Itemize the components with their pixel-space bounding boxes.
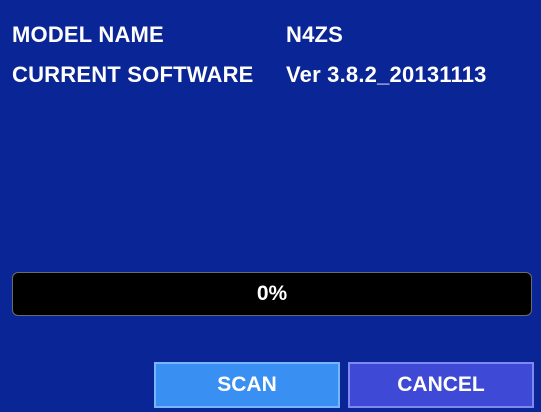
software-upgrade-screen: MODEL NAME N4ZS CURRENT SOFTWARE Ver 3.8… (0, 0, 541, 412)
model-name-value: N4ZS (286, 22, 344, 47)
progress-bar: 0% (12, 272, 532, 316)
current-software-value: Ver 3.8.2_20131113 (286, 62, 487, 87)
progress-percent-text: 0% (256, 282, 288, 305)
model-name-label: MODEL NAME (12, 22, 164, 47)
scan-button[interactable]: SCAN (154, 362, 340, 408)
current-software-label: CURRENT SOFTWARE (12, 62, 254, 87)
cancel-button[interactable]: CANCEL (348, 362, 534, 408)
